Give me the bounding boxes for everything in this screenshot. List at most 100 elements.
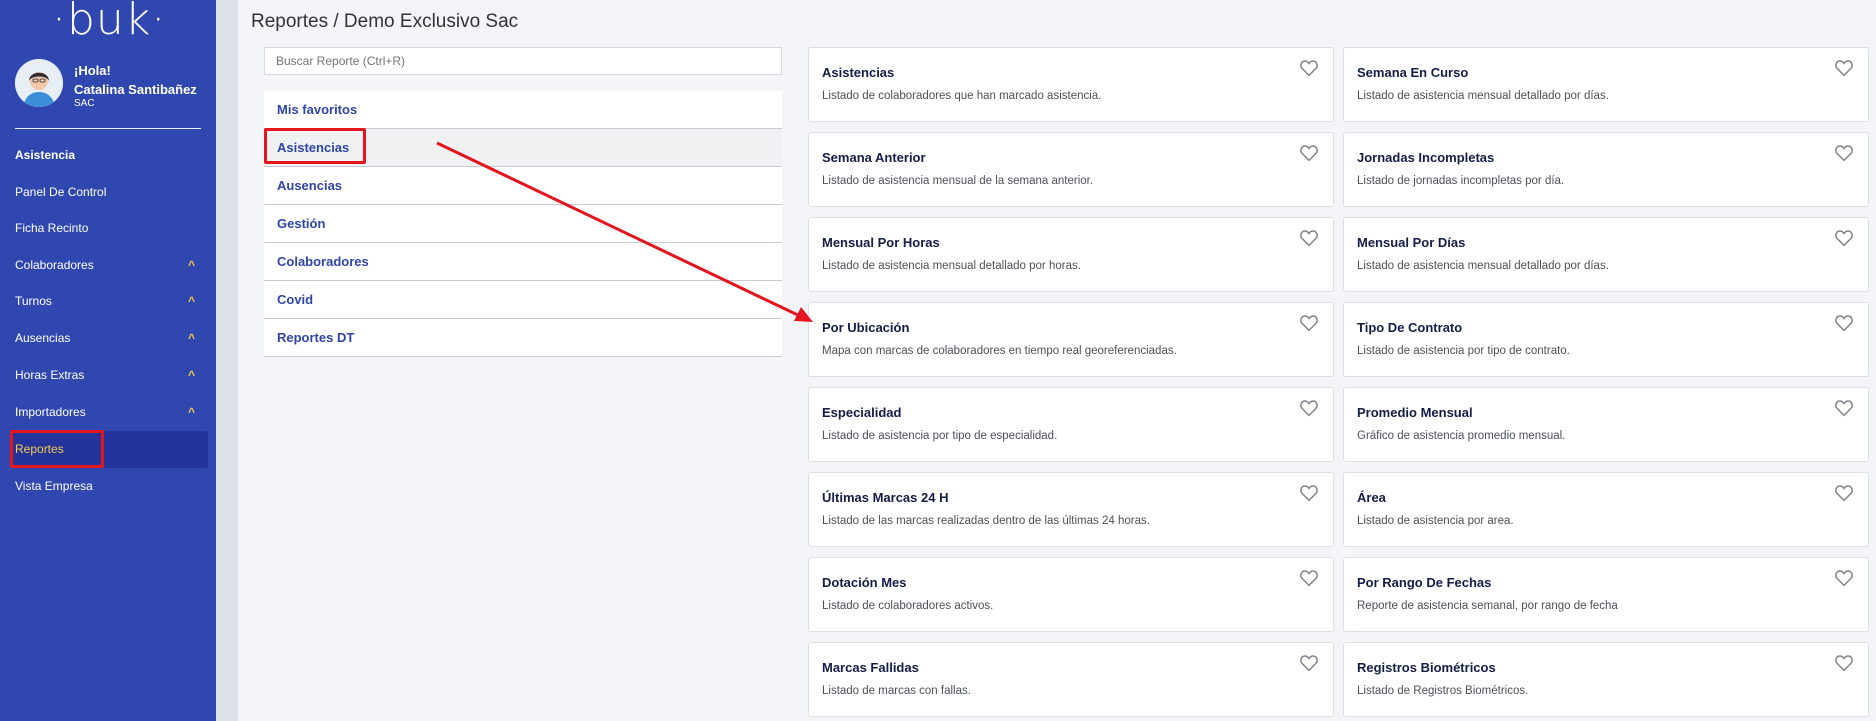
heart-icon[interactable] <box>1299 484 1319 502</box>
category-reportes-dt[interactable]: Reportes DT <box>264 319 782 357</box>
report-title: Por Rango De Fechas <box>1357 575 1492 590</box>
report-description: Listado de colaboradores que han marcado… <box>822 90 1102 102</box>
chevron-up-icon: ^ <box>187 405 195 419</box>
report-card[interactable]: Registros Biométricos Listado de Registr… <box>1343 642 1869 717</box>
report-card[interactable]: Por Rango De Fechas Reporte de asistenci… <box>1343 557 1869 632</box>
sidebar-item-ausencias[interactable]: Ausencias ^ <box>15 323 201 353</box>
sidebar-item-ficha-recinto[interactable]: Ficha Recinto <box>15 213 201 243</box>
sidebar-item-turnos[interactable]: Turnos ^ <box>15 286 201 316</box>
greeting-text: ¡Hola! <box>74 63 111 78</box>
report-description: Listado de asistencia mensual detallado … <box>1357 260 1609 272</box>
sidebar-item-label: Turnos <box>15 294 52 308</box>
report-title: Últimas Marcas 24 H <box>822 490 949 505</box>
report-title: Jornadas Incompletas <box>1357 150 1495 165</box>
sidebar-item-panel-de-control[interactable]: Panel De Control <box>15 177 201 207</box>
report-title: Especialidad <box>822 405 902 420</box>
report-card[interactable]: Últimas Marcas 24 H Listado de las marca… <box>808 472 1334 547</box>
report-card[interactable]: Mensual Por Días Listado de asistencia m… <box>1343 217 1869 292</box>
report-description: Listado de Registros Biométricos. <box>1357 685 1529 697</box>
report-description: Listado de asistencia por area. <box>1357 515 1514 527</box>
report-title: Registros Biométricos <box>1357 660 1496 675</box>
heart-icon[interactable] <box>1299 654 1319 672</box>
report-card[interactable]: Mensual Por Horas Listado de asistencia … <box>808 217 1334 292</box>
report-title: Semana Anterior <box>822 150 926 165</box>
report-card[interactable]: Dotación Mes Listado de colaboradores ac… <box>808 557 1334 632</box>
chevron-up-icon: ^ <box>187 258 195 272</box>
sidebar-item-importadores[interactable]: Importadores ^ <box>15 397 201 427</box>
user-role: SAC <box>74 98 95 109</box>
heart-icon[interactable] <box>1834 144 1854 162</box>
category-gestion[interactable]: Gestión <box>264 205 782 243</box>
heart-icon[interactable] <box>1834 59 1854 77</box>
category-covid[interactable]: Covid <box>264 281 782 319</box>
sidebar-item-label: Ficha Recinto <box>15 221 89 235</box>
heart-icon[interactable] <box>1299 229 1319 247</box>
report-title: Área <box>1357 490 1386 505</box>
heart-icon[interactable] <box>1834 399 1854 417</box>
chevron-up-icon: ^ <box>187 368 195 382</box>
report-description: Mapa con marcas de colaboradores en tiem… <box>822 345 1177 357</box>
report-card[interactable]: Semana Anterior Listado de asistencia me… <box>808 132 1334 207</box>
report-description: Listado de asistencia por tipo de contra… <box>1357 345 1570 357</box>
sidebar-item-label: Horas Extras <box>15 368 85 382</box>
report-card[interactable]: Área Listado de asistencia por area. <box>1343 472 1869 547</box>
report-title: Tipo De Contrato <box>1357 320 1463 335</box>
heart-icon[interactable] <box>1834 654 1854 672</box>
search-input[interactable] <box>264 47 782 75</box>
heart-icon[interactable] <box>1299 59 1319 77</box>
asistencias-highlight-box <box>264 128 366 164</box>
report-card[interactable]: Tipo De Contrato Listado de asistencia p… <box>1343 302 1869 377</box>
sidebar-item-asistencia[interactable]: Asistencia <box>15 140 201 170</box>
report-title: Asistencias <box>822 65 895 80</box>
report-title: Por Ubicación <box>822 320 910 335</box>
report-description: Listado de colaboradores activos. <box>822 600 994 612</box>
buk-logo[interactable]: ·buk· <box>52 0 166 45</box>
sidebar-item-label: Panel De Control <box>15 185 107 199</box>
heart-icon[interactable] <box>1299 399 1319 417</box>
sidebar-item-label: Ausencias <box>15 331 71 345</box>
sidebar-item-label: Colaboradores <box>15 258 94 272</box>
sidebar-item-horas-extras[interactable]: Horas Extras ^ <box>15 360 201 390</box>
report-card[interactable]: Por Ubicación Mapa con marcas de colabor… <box>808 302 1334 377</box>
report-card[interactable]: Promedio Mensual Gráfico de asistencia p… <box>1343 387 1869 462</box>
avatar[interactable] <box>15 59 63 107</box>
category-ausencias[interactable]: Ausencias <box>264 167 782 205</box>
report-description: Listado de asistencia mensual detallado … <box>1357 90 1609 102</box>
report-description: Listado de jornadas incompletas por día. <box>1357 175 1565 187</box>
sidebar-gutter <box>216 0 238 721</box>
heart-icon[interactable] <box>1299 314 1319 332</box>
category-colaboradores[interactable]: Colaboradores <box>264 243 782 281</box>
sidebar-divider <box>15 128 201 129</box>
report-card[interactable]: Marcas Fallidas Listado de marcas con fa… <box>808 642 1334 717</box>
report-card[interactable]: Especialidad Listado de asistencia por t… <box>808 387 1334 462</box>
report-description: Listado de las marcas realizadas dentro … <box>822 515 1150 527</box>
heart-icon[interactable] <box>1299 144 1319 162</box>
heart-icon[interactable] <box>1834 229 1854 247</box>
report-title: Dotación Mes <box>822 575 907 590</box>
report-description: Gráfico de asistencia promedio mensual. <box>1357 430 1566 442</box>
report-description: Reporte de asistencia semanal, por rango… <box>1357 600 1618 612</box>
user-name: Catalina Santibañez <box>74 82 197 97</box>
report-description: Listado de asistencia mensual de la sema… <box>822 175 1094 187</box>
chevron-up-icon: ^ <box>187 294 195 308</box>
category-mis-favoritos[interactable]: Mis favoritos <box>264 91 782 129</box>
heart-icon[interactable] <box>1834 569 1854 587</box>
sidebar: ·buk· ¡Hola! Catalina Santibañez SAC Asi… <box>0 0 216 721</box>
report-description: Listado de asistencia por tipo de especi… <box>822 430 1058 442</box>
sidebar-item-colaboradores[interactable]: Colaboradores ^ <box>15 250 201 280</box>
report-title: Semana En Curso <box>1357 65 1469 80</box>
heart-icon[interactable] <box>1299 569 1319 587</box>
report-title: Mensual Por Días <box>1357 235 1466 250</box>
heart-icon[interactable] <box>1834 314 1854 332</box>
heart-icon[interactable] <box>1834 484 1854 502</box>
reportes-highlight-box <box>10 430 104 468</box>
sidebar-item-vista-empresa[interactable]: Vista Empresa <box>15 471 201 501</box>
report-title: Mensual Por Horas <box>822 235 940 250</box>
report-card[interactable]: Semana En Curso Listado de asistencia me… <box>1343 47 1869 122</box>
report-card[interactable]: Asistencias Listado de colaboradores que… <box>808 47 1334 122</box>
report-title: Marcas Fallidas <box>822 660 919 675</box>
page-title: Reportes / Demo Exclusivo Sac <box>251 11 519 32</box>
sidebar-item-label: Importadores <box>15 405 86 419</box>
report-title: Promedio Mensual <box>1357 405 1473 420</box>
report-card[interactable]: Jornadas Incompletas Listado de jornadas… <box>1343 132 1869 207</box>
